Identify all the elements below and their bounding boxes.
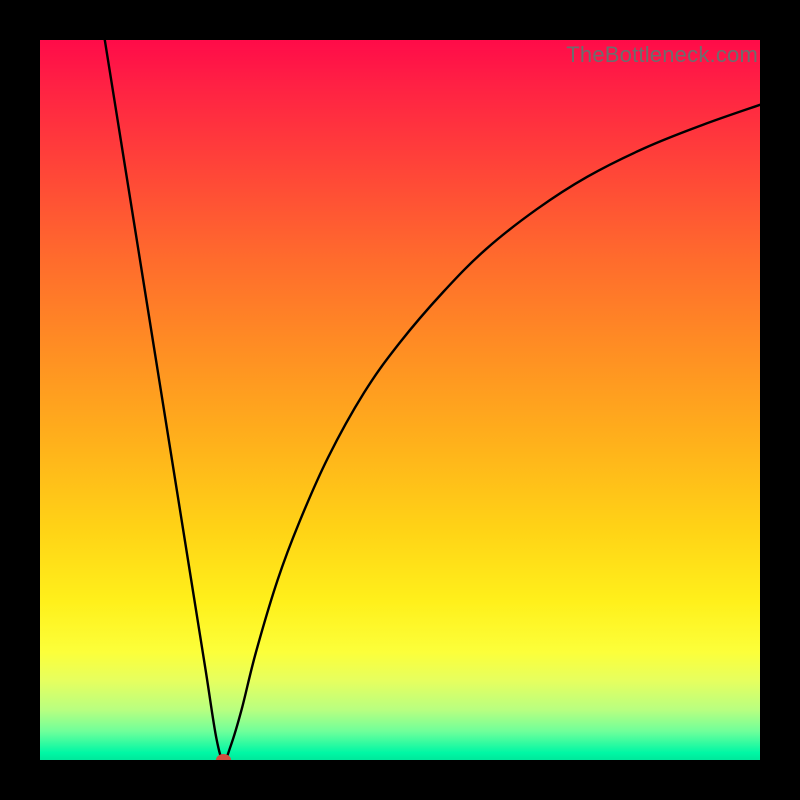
curve-svg xyxy=(40,40,760,760)
optimal-marker xyxy=(216,754,231,760)
plot-area xyxy=(40,40,760,760)
bottleneck-curve xyxy=(105,40,760,760)
chart-frame: TheBottleneck.com xyxy=(0,0,800,800)
watermark-text: TheBottleneck.com xyxy=(566,42,758,68)
